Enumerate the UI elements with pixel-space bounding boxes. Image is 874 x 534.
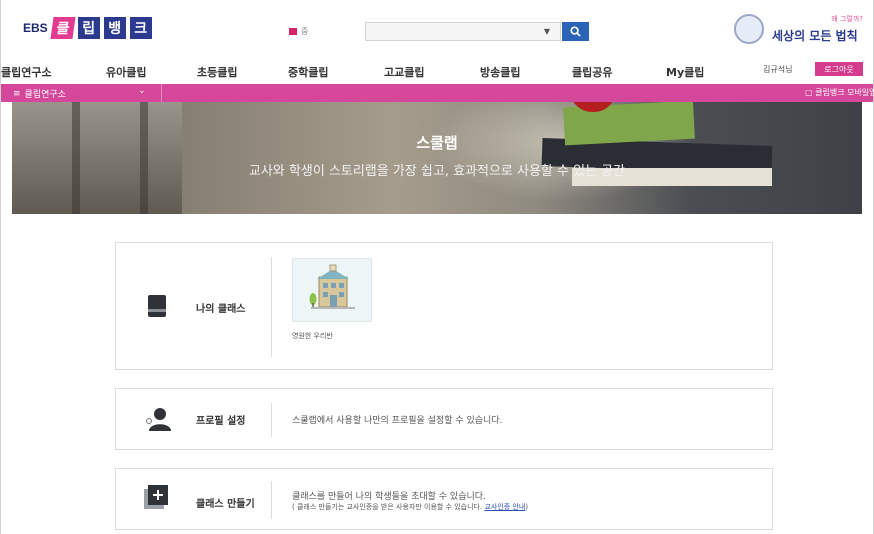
nav-item-kids[interactable]: 유아클립 <box>106 64 146 80</box>
school-building-icon <box>309 264 355 309</box>
nav-item-high[interactable]: 고교클립 <box>384 64 424 80</box>
chevron-down-icon[interactable]: ⌄ <box>138 86 146 96</box>
logo-char-1: 클 <box>50 17 76 39</box>
profile-person-icon <box>144 407 172 435</box>
logo-ebs: EBS <box>23 21 48 35</box>
nav-item-share[interactable]: 클립공유 <box>572 64 612 80</box>
add-class-icon[interactable] <box>144 485 170 515</box>
divider <box>161 84 162 102</box>
hero-window-frame <box>140 102 148 214</box>
nav-item-my[interactable]: My클립 <box>666 64 704 80</box>
create-class-note-text: ( 클래스 만들기는 교사인증을 받은 사용자만 이용할 수 있습니다. <box>292 503 483 511</box>
create-class-note-end: ) <box>525 503 529 511</box>
create-class-card: 클래스 만들기 클래스를 만들어 나의 학생들을 초대할 수 있습니다. ( 클… <box>115 468 773 530</box>
promo-banner[interactable]: 왜 그럴까? 세상의 모든 법칙 <box>734 12 869 46</box>
hero-window-frame <box>72 102 80 214</box>
nav-item-elementary[interactable]: 초등클립 <box>197 64 237 80</box>
page: EBS 클 립 뱅 크 중 ▼ 왜 그럴까? 세상의 모든 법칙 클립연구소 유 <box>0 0 874 534</box>
mobile-app-link[interactable]: ▢ 클립뱅크 모바일앱 <box>805 87 874 98</box>
divider <box>271 403 272 437</box>
logo-char-3: 뱅 <box>103 17 126 39</box>
sub-menu-bar: ≡ 클립연구소 ⌄ ▢ 클립뱅크 모바일앱 <box>1 84 874 102</box>
promo-character-icon <box>734 14 764 44</box>
mobile-app-label: 클립뱅크 모바일앱 <box>815 88 874 97</box>
search-icon <box>570 26 581 37</box>
mobile-icon: ▢ <box>805 88 813 97</box>
logout-button[interactable]: 로그아웃 <box>815 62 863 76</box>
top-header: EBS 클 립 뱅 크 중 ▼ 왜 그럴까? 세상의 모든 법칙 <box>1 0 873 58</box>
profile-desc: 스쿨랩에서 사용할 나만의 프로필을 설정할 수 있습니다. <box>292 416 503 426</box>
hamburger-icon: ≡ <box>13 88 21 99</box>
main-nav: 클립연구소 유아클립 초등클립 중학클립 고교클립 방송클립 클립공유 My클립… <box>1 58 873 84</box>
language-label: 중 <box>301 27 309 36</box>
teacher-auth-link[interactable]: 교사인증 안내 <box>484 503 525 511</box>
promo-title: 세상의 모든 법칙 <box>772 29 858 43</box>
profile-label: 프로필 설정 <box>196 416 246 427</box>
divider <box>271 481 272 519</box>
search-button[interactable] <box>562 22 589 41</box>
logo-char-4: 크 <box>129 17 152 39</box>
create-class-label: 클래스 만들기 <box>196 499 255 510</box>
create-class-desc: 클래스를 만들어 나의 학생들을 초대할 수 있습니다. <box>292 492 486 502</box>
my-class-label: 나의 클래스 <box>196 304 246 315</box>
hero-title: 스쿨랩 <box>416 134 458 152</box>
user-name: 김규석님 <box>763 65 793 74</box>
nav-item-lab[interactable]: 클립연구소 <box>1 64 52 80</box>
divider <box>271 257 272 357</box>
flag-icon <box>289 28 297 35</box>
hero-subtitle: 교사와 학생이 스토리랩을 가장 쉽고, 효과적으로 사용할 수 있는 공간 <box>248 164 626 179</box>
class-tile[interactable] <box>292 258 372 322</box>
profile-card: 프로필 설정 스쿨랩에서 사용할 나만의 프로필을 설정할 수 있습니다. <box>115 388 773 450</box>
my-class-card: 나의 클래스 영원한 우리반 <box>115 242 773 370</box>
promo-small-text: 왜 그럴까? <box>831 15 863 23</box>
nav-item-broadcast[interactable]: 방송클립 <box>480 64 520 80</box>
sub-menu-label: 클립연구소 <box>24 90 66 100</box>
hero-background-window <box>12 102 182 214</box>
search-input[interactable]: ▼ <box>365 22 561 41</box>
dropdown-caret-icon[interactable]: ▼ <box>544 27 550 36</box>
site-logo[interactable]: EBS 클 립 뱅 크 <box>23 17 152 39</box>
logo-char-2: 립 <box>77 17 100 39</box>
sub-menu-toggle[interactable]: ≡ 클립연구소 <box>13 87 66 101</box>
class-name[interactable]: 영원한 우리반 <box>292 331 333 341</box>
language-selector[interactable]: 중 <box>289 26 308 37</box>
class-book-icon <box>148 295 166 321</box>
create-class-note: ( 클래스 만들기는 교사인증을 받은 사용자만 이용할 수 있습니다. 교사인… <box>292 502 528 512</box>
nav-item-middle[interactable]: 중학클립 <box>288 64 328 80</box>
hero-banner: 스쿨랩 교사와 학생이 스토리랩을 가장 쉽고, 효과적으로 사용할 수 있는 … <box>12 102 862 214</box>
